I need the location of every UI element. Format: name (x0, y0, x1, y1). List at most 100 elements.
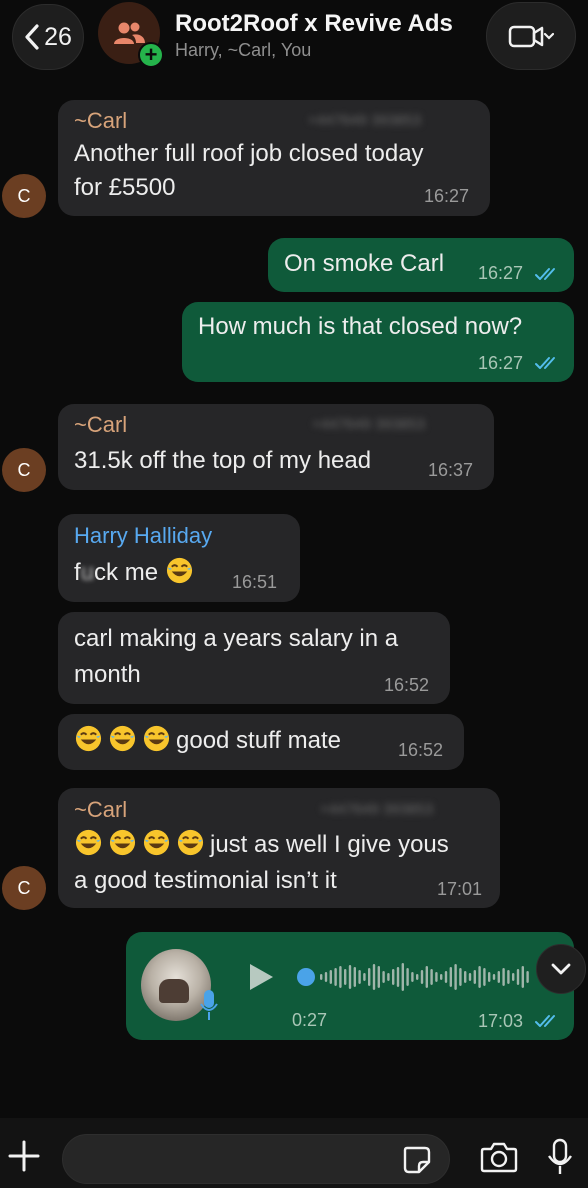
waveform-bar (468, 973, 472, 981)
waveform-bar (483, 968, 486, 986)
message-text: just as well I give yous (74, 828, 449, 862)
sender-name[interactable]: ~Carl (74, 108, 127, 134)
waveform-bar (454, 964, 457, 990)
waveform-progress-dot[interactable] (297, 968, 315, 986)
message-text: carl making a years salary in a (74, 625, 399, 652)
message-time: 16:27 (424, 186, 470, 206)
sender-name[interactable]: Harry Halliday (74, 523, 212, 549)
video-call-button[interactable] (486, 2, 576, 70)
message-bubble[interactable]: On smoke Carl 16:27 (268, 238, 574, 292)
sender-phone: +447649 393853 (312, 416, 426, 433)
message-input[interactable] (62, 1134, 450, 1184)
camera-icon[interactable] (480, 1140, 518, 1174)
waveform-bar (435, 972, 438, 982)
laughing-emoji-icon (109, 829, 136, 856)
chat-title[interactable]: Root2Roof x Revive Ads (175, 10, 453, 38)
message-time: 16:27 (478, 263, 524, 283)
video-camera-icon (508, 25, 554, 48)
sender-name[interactable]: ~Carl (74, 797, 127, 823)
waveform-bar (392, 969, 395, 985)
add-member-badge[interactable]: + (138, 42, 164, 68)
waveform-bar (516, 969, 520, 985)
message-text: 31.5k off the top of my head (74, 447, 372, 474)
message-text: a good testimonial isn’t it (74, 867, 337, 894)
sender-name[interactable]: ~Carl (74, 412, 127, 438)
waveform-bar (382, 971, 385, 983)
sticker-icon[interactable] (401, 1144, 433, 1176)
waveform-bar (478, 966, 481, 988)
message-bubble[interactable]: carl making a years salary in a month 16… (58, 612, 450, 704)
waveform-bar (401, 963, 404, 991)
message-text: Another full roof job closed today (74, 140, 424, 167)
waveform-bar (444, 971, 448, 983)
message-time: 16:51 (232, 572, 278, 592)
waveform-bar (449, 967, 452, 987)
message-bubble[interactable]: Harry Halliday fuck me 16:51 (58, 514, 300, 602)
waveform-bar (488, 972, 491, 982)
waveform-bar (387, 973, 390, 981)
laughing-emoji-icon (177, 829, 204, 856)
double-check-icon (535, 268, 555, 280)
waveform-bar (430, 969, 433, 985)
double-check-icon (535, 1015, 555, 1027)
scroll-to-bottom-button[interactable] (536, 944, 586, 994)
chevron-left-icon (25, 24, 39, 50)
back-button[interactable]: 26 (12, 4, 84, 70)
message-bubble[interactable]: ~Carl +447649 393853 just as well I give… (58, 788, 500, 908)
unread-count: 26 (44, 22, 72, 51)
waveform-bar (497, 971, 500, 983)
message-text: good stuff mate (74, 724, 341, 758)
play-icon[interactable] (247, 962, 275, 992)
group-people-icon (114, 22, 145, 44)
waveform-bar (507, 970, 510, 984)
waveform-bar (329, 970, 332, 984)
double-check-icon (535, 357, 555, 369)
photo-figure (159, 979, 189, 1003)
avatar[interactable]: C (2, 448, 46, 492)
waveform-bar (358, 970, 361, 984)
message-time: 17:03 (478, 1011, 524, 1031)
avatar[interactable]: C (2, 866, 46, 910)
message-time: 16:52 (398, 740, 444, 760)
waveform-bar (420, 970, 424, 984)
waveform-bar (459, 968, 462, 986)
chat-members[interactable]: Harry, ~Carl, You (175, 40, 311, 61)
plus-icon[interactable] (6, 1138, 42, 1174)
waveform-bar (353, 967, 356, 987)
waveform-bar (368, 968, 371, 986)
message-time: 16:37 (428, 460, 474, 480)
message-bubble[interactable]: ~Carl +447649 393853 31.5k off the top o… (58, 404, 494, 490)
plus-icon: + (144, 42, 158, 67)
voice-duration: 0:27 (292, 1010, 328, 1030)
voice-waveform[interactable] (296, 958, 536, 996)
laughing-emoji-icon (143, 829, 170, 856)
message-text: for £5500 (74, 174, 176, 201)
waveform-bar (406, 968, 409, 986)
message-bubble[interactable]: How much is that closed now? 16:27 (182, 302, 574, 382)
waveform-bar (473, 970, 476, 984)
message-bubble[interactable]: ~Carl +447649 393853 Another full roof j… (58, 100, 490, 216)
waveform-bar (521, 966, 524, 988)
laughing-emoji-icon (109, 725, 136, 752)
waveform-bar (348, 965, 352, 989)
waveform-bar (377, 966, 380, 988)
waveform-bar (396, 967, 400, 987)
message-text: On smoke Carl (284, 250, 445, 277)
message-text-part: just as well I give yous (210, 831, 449, 858)
sender-phone: +447649 393853 (320, 801, 434, 818)
waveform-bar (363, 973, 366, 981)
waveform-bar (440, 974, 443, 980)
waveform-bar (344, 969, 347, 985)
waveform-bar (526, 971, 529, 983)
message-text: fuck me (74, 556, 199, 590)
avatar[interactable]: C (2, 174, 46, 218)
message-text-part: good stuff mate (176, 727, 341, 754)
sender-phone: +447649 393853 (308, 112, 422, 129)
microphone-icon[interactable] (546, 1138, 574, 1176)
waveform-bar (512, 973, 515, 981)
message-bubble[interactable]: good stuff mate 16:52 (58, 714, 464, 770)
waveform-bar (464, 971, 467, 983)
message-time: 17:01 (437, 879, 483, 899)
waveform-bar (492, 974, 496, 980)
message-text-part: f (74, 559, 81, 586)
